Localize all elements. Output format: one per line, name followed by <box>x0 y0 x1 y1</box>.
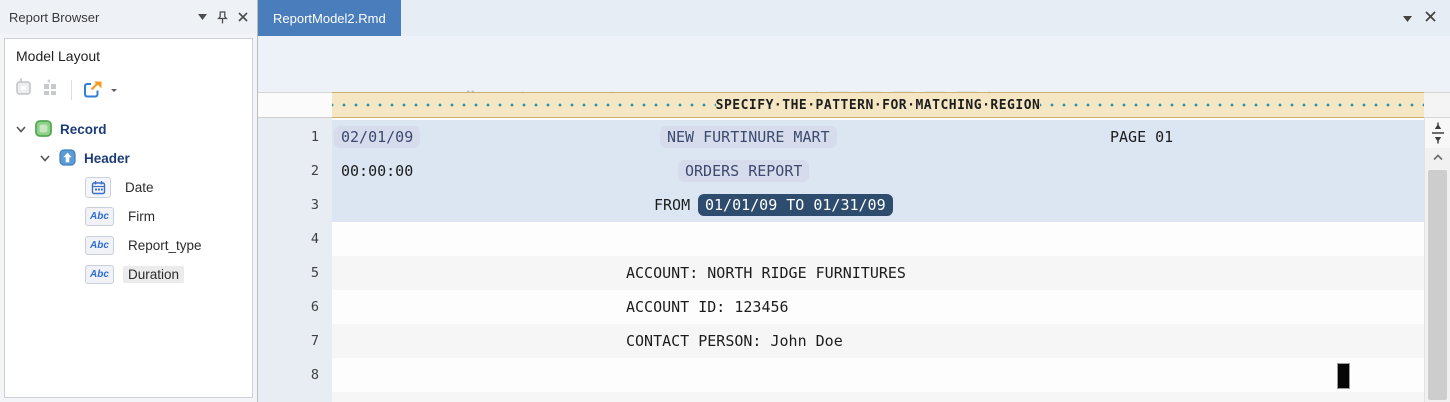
header-region-icon <box>59 149 76 169</box>
tab-list-chevron-icon[interactable] <box>1403 9 1412 27</box>
report-browser-panel: Report Browser Model Layout <box>0 0 258 402</box>
add-field-icon[interactable] <box>41 77 61 102</box>
report-text: 00:00:00 <box>341 162 413 180</box>
scroll-up-arrow-icon[interactable] <box>1425 148 1450 166</box>
reportminer-window: Report Browser Model Layout <box>0 0 1450 402</box>
report-line[interactable] <box>332 222 1424 256</box>
duration-field-region-selected[interactable]: 01/01/09 TO 01/31/09 <box>698 194 893 216</box>
toolbar-separator <box>71 80 72 100</box>
add-region-icon[interactable] <box>14 77 34 102</box>
report-line[interactable]: 02/01/09 NEW FURTINURE MART PAGE 01 <box>332 120 1424 154</box>
export-dropdown-caret[interactable] <box>111 89 117 95</box>
pattern-dots-left <box>332 93 716 117</box>
tree-node-label: Duration <box>123 266 184 283</box>
line-number: 5 <box>258 256 319 290</box>
text-cursor <box>1337 363 1350 389</box>
panel-title: Report Browser <box>9 10 188 25</box>
report-line[interactable]: FROM 01/01/09 TO 01/31/09 <box>332 188 1424 222</box>
tree-node-label: Firm <box>123 208 160 225</box>
tree-node-firm[interactable]: Abc Firm <box>5 202 252 231</box>
panel-titlebar: Report Browser <box>0 0 257 34</box>
panel-menu-chevron-icon[interactable] <box>198 14 207 20</box>
close-panel-icon[interactable] <box>238 12 248 22</box>
pin-icon[interactable] <box>217 11 228 24</box>
tree-node-duration[interactable]: Abc Duration <box>5 260 252 289</box>
tab-reportmodel2[interactable]: ReportModel2.Rmd <box>258 0 401 36</box>
report-text: FROM <box>654 196 690 214</box>
firm-field-region[interactable]: NEW FURTINURE MART <box>660 126 837 148</box>
report-text: PAGE 01 <box>1110 128 1173 146</box>
split-editor-handle[interactable] <box>1425 118 1450 148</box>
report-line[interactable]: 00:00:00 ORDERS REPORT <box>332 154 1424 188</box>
pattern-bar-field[interactable]: SPECIFY·THE·PATTERN·FOR·MATCHING·REGION <box>332 92 1424 118</box>
pattern-bar: SPECIFY·THE·PATTERN·FOR·MATCHING·REGION <box>258 92 1450 118</box>
line-number: 2 <box>258 154 319 188</box>
report-text: CONTACT PERSON: John Doe <box>626 332 843 350</box>
report-text-editor[interactable]: 1 2 3 4 5 6 7 8 02/01/09 NEW FURTINURE M… <box>258 118 1424 402</box>
report-text: ACCOUNT: NORTH RIDGE FURNITURES <box>626 264 906 282</box>
line-number: 8 <box>258 358 319 392</box>
tree-node-label: Record <box>60 122 107 137</box>
text-field-icon: Abc <box>85 265 114 284</box>
tree-node-date[interactable]: Date <box>5 173 252 202</box>
editor-toolbar: A az 09 a-z0-9 <box>258 36 1450 92</box>
tab-bar: ReportModel2.Rmd <box>258 0 1450 36</box>
text-field-icon: Abc <box>85 207 114 226</box>
line-number: 3 <box>258 188 319 222</box>
tree-node-label: Header <box>84 151 130 166</box>
tree-node-header[interactable]: Header <box>5 144 252 173</box>
report-line[interactable]: CONTACT PERSON: John Doe <box>332 324 1424 358</box>
row-stripe <box>332 392 1424 402</box>
document-area: ReportModel2.Rmd <box>258 0 1450 402</box>
report-type-field-region[interactable]: ORDERS REPORT <box>678 160 809 182</box>
pattern-bar-corner <box>1424 92 1450 118</box>
tree-node-report-type[interactable]: Abc Report_type <box>5 231 252 260</box>
line-number: 1 <box>258 120 319 154</box>
line-number: 6 <box>258 290 319 324</box>
date-field-icon <box>85 177 111 198</box>
text-field-icon: Abc <box>85 236 114 255</box>
record-icon <box>35 120 52 140</box>
model-layout-tree: Record Header Date <box>5 111 252 289</box>
line-number: 7 <box>258 324 319 358</box>
pattern-dots-right <box>1040 93 1424 117</box>
pattern-bar-gutter <box>258 92 332 118</box>
report-line[interactable]: ACCOUNT ID: 123456 <box>332 290 1424 324</box>
model-layout-title: Model Layout <box>5 39 252 70</box>
tree-node-label: Date <box>120 179 159 196</box>
scrollbar-thumb[interactable] <box>1428 170 1447 400</box>
export-layout-icon[interactable] <box>82 80 104 99</box>
date-field-region[interactable]: 02/01/09 <box>334 126 420 148</box>
tab-label: ReportModel2.Rmd <box>273 11 386 26</box>
chevron-down-icon[interactable] <box>39 155 51 162</box>
vertical-scrollbar[interactable] <box>1424 118 1450 402</box>
report-line[interactable] <box>332 358 1424 392</box>
tree-node-label: Report_type <box>123 237 207 254</box>
report-text: ACCOUNT ID: 123456 <box>626 298 789 316</box>
model-layout-box: Model Layout <box>4 38 253 398</box>
pattern-bar-label: SPECIFY·THE·PATTERN·FOR·MATCHING·REGION <box>716 98 1041 113</box>
close-document-icon[interactable] <box>1425 9 1436 27</box>
report-line[interactable]: ACCOUNT: NORTH RIDGE FURNITURES <box>332 256 1424 290</box>
model-layout-toolbar <box>5 70 252 111</box>
line-number: 4 <box>258 222 319 256</box>
chevron-down-icon[interactable] <box>15 126 27 133</box>
tree-node-record[interactable]: Record <box>5 115 252 144</box>
